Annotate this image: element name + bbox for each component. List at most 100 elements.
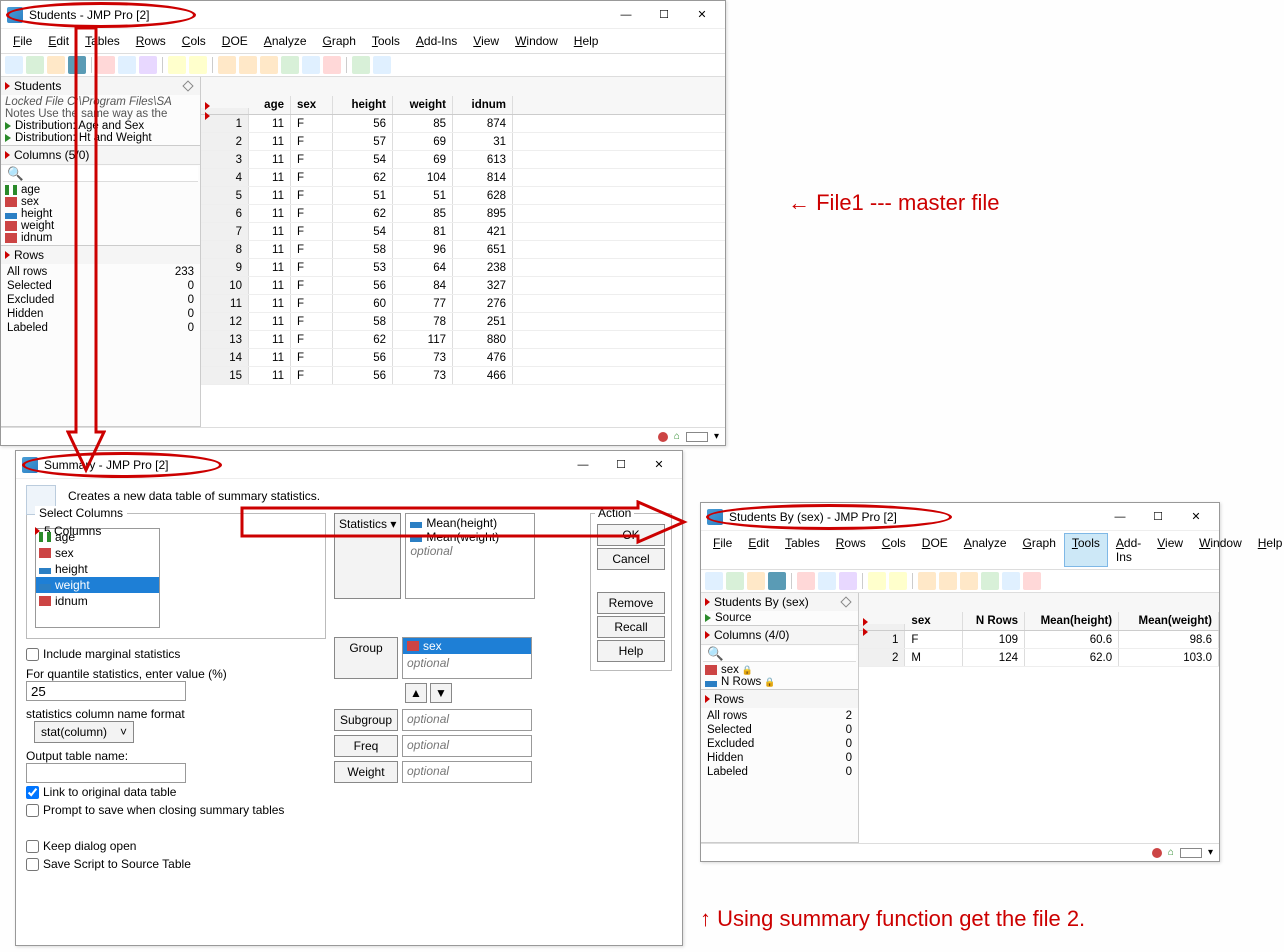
- disclosure-icon[interactable]: [182, 80, 193, 91]
- toolbar-icon[interactable]: [260, 56, 278, 74]
- toolbar-icon[interactable]: [981, 572, 999, 590]
- toolbar-icon[interactable]: [168, 56, 186, 74]
- format-select[interactable]: stat(column)˅: [34, 721, 134, 743]
- toolbar-icon[interactable]: [323, 56, 341, 74]
- column-item[interactable]: N Rows🔒: [703, 676, 856, 688]
- column-option[interactable]: idnum: [36, 593, 159, 609]
- table-row[interactable]: 1111F6077276: [201, 295, 725, 313]
- move-down-button[interactable]: ▼: [430, 683, 452, 703]
- toolbar-icon[interactable]: [26, 56, 44, 74]
- menu-item[interactable]: Window: [1191, 533, 1250, 567]
- recall-button[interactable]: Recall: [597, 616, 665, 638]
- rows-panel-header[interactable]: Rows: [701, 690, 858, 708]
- menu-item[interactable]: Cols: [874, 533, 914, 567]
- table-row[interactable]: 1411F5673476: [201, 349, 725, 367]
- script-item[interactable]: Source: [703, 612, 856, 624]
- menu-bar[interactable]: FileEditTablesRowsColsDOEAnalyzeGraphToo…: [1, 29, 725, 54]
- cancel-button[interactable]: Cancel: [597, 548, 665, 570]
- column-header[interactable]: Mean(height): [1025, 612, 1119, 630]
- menu-item[interactable]: Graph: [315, 31, 364, 51]
- menu-item[interactable]: Help: [566, 31, 607, 51]
- menu-item[interactable]: Cols: [174, 31, 214, 51]
- toolbar-icon[interactable]: [281, 56, 299, 74]
- status-dropdown-icon[interactable]: ▾: [1208, 847, 1213, 858]
- toolbar-icon[interactable]: [118, 56, 136, 74]
- table-row[interactable]: 711F5481421: [201, 223, 725, 241]
- column-header[interactable]: N Rows: [963, 612, 1025, 630]
- help-button[interactable]: Help: [597, 640, 665, 662]
- toolbar-icon[interactable]: [302, 56, 320, 74]
- toolbar-icon[interactable]: [1023, 572, 1041, 590]
- menu-item[interactable]: Graph: [1015, 533, 1064, 567]
- table-row[interactable]: 1211F5878251: [201, 313, 725, 331]
- menu-item[interactable]: File: [705, 533, 740, 567]
- maximize-button[interactable]: ☐: [645, 3, 683, 27]
- toolbar-icon[interactable]: [239, 56, 257, 74]
- column-header[interactable]: Mean(weight): [1119, 612, 1219, 630]
- toolbar-icon[interactable]: [5, 56, 23, 74]
- toolbar-icon[interactable]: [47, 56, 65, 74]
- toolbar-icon[interactable]: [939, 572, 957, 590]
- weight-target-box[interactable]: optional: [402, 761, 532, 783]
- status-dropdown-icon[interactable]: ▾: [714, 431, 719, 442]
- data-grid[interactable]: sexN RowsMean(height)Mean(weight) 1F1096…: [859, 593, 1219, 843]
- toolbar[interactable]: [1, 54, 725, 77]
- home-icon[interactable]: ⌂: [1168, 847, 1174, 858]
- toolbar-icon[interactable]: [889, 572, 907, 590]
- minimize-button[interactable]: —: [564, 453, 602, 477]
- table-row[interactable]: 611F6285895: [201, 205, 725, 223]
- freq-button[interactable]: Freq: [334, 735, 398, 757]
- menu-item[interactable]: Analyze: [956, 533, 1015, 567]
- menu-item[interactable]: Tables: [777, 533, 828, 567]
- column-header[interactable]: sex: [291, 96, 333, 114]
- toolbar-icon[interactable]: [352, 56, 370, 74]
- toolbar-icon[interactable]: [726, 572, 744, 590]
- toolbar[interactable]: [701, 570, 1219, 593]
- menu-item[interactable]: Edit: [740, 533, 777, 567]
- toolbar-icon[interactable]: [960, 572, 978, 590]
- subgroup-button[interactable]: Subgroup: [334, 709, 398, 731]
- maximize-button[interactable]: ☐: [602, 453, 640, 477]
- table-row[interactable]: 911F5364238: [201, 259, 725, 277]
- toolbar-icon[interactable]: [1002, 572, 1020, 590]
- remove-button[interactable]: Remove: [597, 592, 665, 614]
- home-icon[interactable]: ⌂: [674, 431, 680, 442]
- toolbar-icon[interactable]: [189, 56, 207, 74]
- column-header[interactable]: age: [249, 96, 291, 114]
- table-row[interactable]: 311F5469613: [201, 151, 725, 169]
- move-up-button[interactable]: ▲: [405, 683, 427, 703]
- column-item[interactable]: sex🔒: [703, 664, 856, 676]
- maximize-button[interactable]: ☐: [1139, 505, 1177, 529]
- keep-open-checkbox[interactable]: Keep dialog open: [26, 837, 326, 855]
- toolbar-icon[interactable]: [373, 56, 391, 74]
- table-row[interactable]: 1011F5684327: [201, 277, 725, 295]
- freq-target-box[interactable]: optional: [402, 735, 532, 757]
- toolbar-icon[interactable]: [218, 56, 236, 74]
- toolbar-icon[interactable]: [768, 572, 786, 590]
- menu-item[interactable]: Add-Ins: [1108, 533, 1149, 567]
- menu-item[interactable]: DOE: [914, 533, 956, 567]
- subgroup-target-box[interactable]: optional: [402, 709, 532, 731]
- include-marginal-checkbox[interactable]: Include marginal statistics: [26, 645, 326, 663]
- menu-item[interactable]: View: [1149, 533, 1191, 567]
- toolbar-icon[interactable]: [139, 56, 157, 74]
- data-grid[interactable]: agesexheightweightidnum 111F5685874211F5…: [201, 77, 725, 427]
- table-row[interactable]: 1511F5673466: [201, 367, 725, 385]
- menu-item[interactable]: DOE: [214, 31, 256, 51]
- close-button[interactable]: ✕: [1177, 505, 1215, 529]
- weight-button[interactable]: Weight: [334, 761, 398, 783]
- table-row[interactable]: 1F10960.698.6: [859, 631, 1219, 649]
- column-option[interactable]: weight: [36, 577, 159, 593]
- menu-item[interactable]: Tools: [1064, 533, 1108, 567]
- quantile-input[interactable]: [26, 681, 186, 701]
- table-row[interactable]: 211F576931: [201, 133, 725, 151]
- group-button[interactable]: Group: [334, 637, 398, 679]
- menu-item[interactable]: Help: [1250, 533, 1284, 567]
- menu-item[interactable]: Analyze: [256, 31, 315, 51]
- menu-item[interactable]: Rows: [828, 533, 874, 567]
- toolbar-icon[interactable]: [918, 572, 936, 590]
- menu-item[interactable]: Add-Ins: [408, 31, 465, 51]
- minimize-button[interactable]: —: [1101, 505, 1139, 529]
- column-option[interactable]: height: [36, 561, 159, 577]
- save-script-checkbox[interactable]: Save Script to Source Table: [26, 855, 326, 873]
